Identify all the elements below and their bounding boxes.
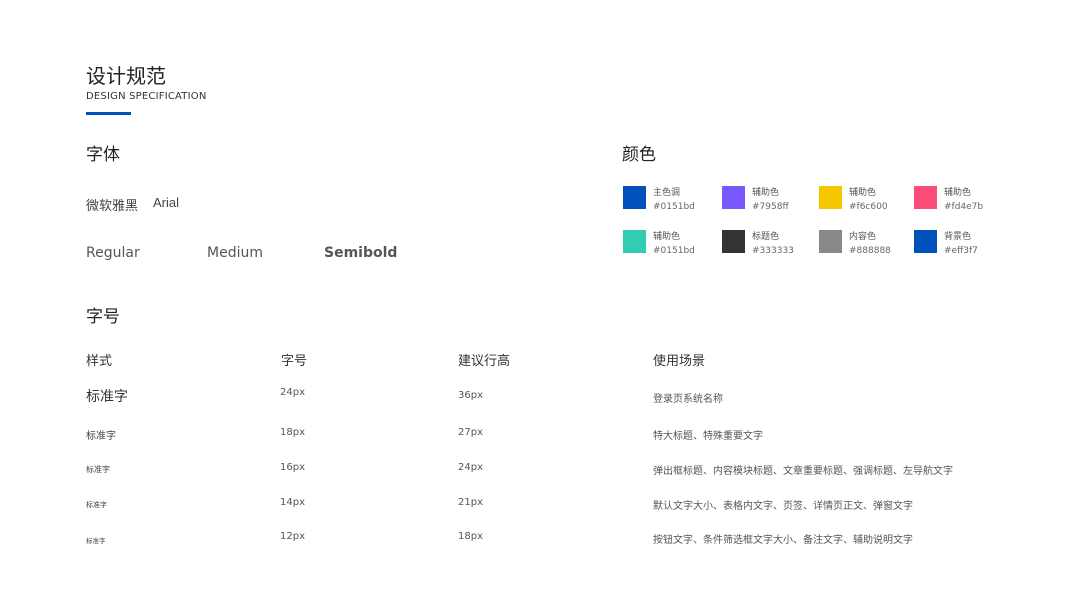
usage-text: 默认文字大小、表格内文字、页签、详情页正文、弹窗文字 (653, 501, 913, 512)
font-size-value: 12px (280, 531, 305, 542)
color-hex: #0151bd (653, 202, 695, 212)
column-header-usage: 使用场景 (653, 354, 706, 369)
color-label: 辅助色 (849, 188, 877, 198)
line-height-value: 27px (458, 427, 483, 438)
size-section-heading: 字号 (86, 307, 120, 327)
column-header-line-height: 建议行高 (458, 354, 511, 369)
color-swatch (722, 186, 745, 209)
color-swatch (623, 186, 646, 209)
color-swatch (722, 230, 745, 253)
color-hex: #7958ff (752, 202, 789, 212)
font-size-value: 18px (280, 427, 305, 438)
color-hex: #888888 (849, 246, 891, 256)
line-height-value: 18px (458, 531, 483, 542)
color-swatch (819, 230, 842, 253)
font-weight-medium: Medium (207, 245, 263, 261)
color-label: 辅助色 (944, 188, 972, 198)
color-label: 标题色 (752, 232, 780, 242)
sample-text: 标准字 (86, 389, 128, 405)
color-label: 背景色 (944, 232, 972, 242)
color-swatch (819, 186, 842, 209)
line-height-value: 36px (458, 390, 483, 401)
color-swatch (623, 230, 646, 253)
page-title: 设计规范 (86, 64, 166, 88)
page-subtitle: DESIGN SPECIFICATION (86, 91, 207, 102)
font-size-value: 16px (280, 462, 305, 473)
font-section-heading: 字体 (86, 145, 120, 165)
usage-text: 按钮文字、条件筛选框文字大小、备注文字、辅助说明文字 (653, 535, 913, 546)
color-hex: #0151bd (653, 246, 695, 256)
font-size-value: 14px (280, 497, 305, 508)
color-swatch (914, 230, 937, 253)
color-swatch (914, 186, 937, 209)
font-size-value: 24px (280, 387, 305, 398)
color-hex: #fd4e7b (944, 202, 984, 212)
color-hex: #333333 (752, 246, 794, 256)
font-family-chinese: 微软雅黑 (86, 199, 139, 214)
font-family-arial: Arial (153, 195, 180, 210)
color-label: 辅助色 (653, 232, 681, 242)
color-label: 内容色 (849, 232, 877, 242)
color-label: 辅助色 (752, 188, 780, 198)
font-weight-regular: Regular (86, 245, 140, 261)
title-underline (86, 112, 131, 115)
sample-text: 标准字 (86, 465, 110, 474)
sample-text: 标准字 (86, 537, 106, 545)
column-header-size: 字号 (281, 354, 308, 369)
sample-text: 标准字 (86, 501, 107, 509)
sample-text: 标准字 (86, 431, 116, 442)
line-height-value: 24px (458, 462, 483, 473)
color-hex: #f6c600 (849, 202, 888, 212)
usage-text: 弹出框标题、内容模块标题、文章重要标题、强调标题、左导航文字 (653, 466, 953, 477)
color-section-heading: 颜色 (622, 145, 656, 165)
font-weight-semibold: Semibold (324, 245, 398, 261)
usage-text: 特大标题、特殊重要文字 (653, 431, 763, 442)
color-hex: #eff3f7 (944, 246, 978, 256)
usage-text: 登录页系统名称 (653, 394, 723, 405)
color-label: 主色调 (653, 188, 681, 198)
line-height-value: 21px (458, 497, 483, 508)
column-header-style: 样式 (86, 354, 113, 369)
